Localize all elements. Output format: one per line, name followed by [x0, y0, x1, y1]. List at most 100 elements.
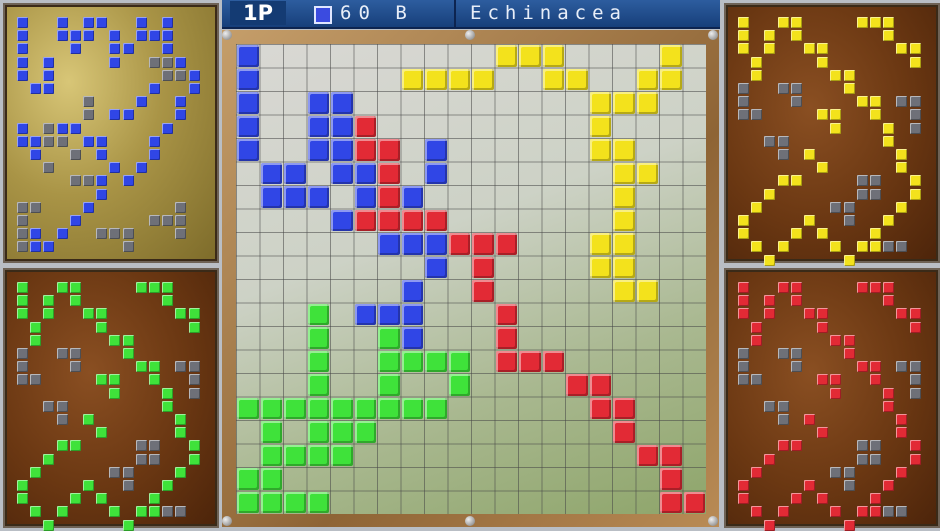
yellow-tray-piece-cell[interactable] — [764, 254, 776, 266]
yellow-tray-piece-cell[interactable] — [896, 162, 908, 174]
placed-piece-placeholder-cell[interactable] — [188, 361, 200, 373]
red-tray-piece-cell[interactable] — [804, 308, 815, 320]
yellow-tray-piece-cell[interactable] — [883, 30, 895, 42]
placed-piece-placeholder-cell[interactable] — [56, 414, 68, 425]
blue-tray-piece-cell[interactable] — [175, 56, 187, 68]
yellow-tray-piece-cell[interactable] — [817, 228, 829, 240]
placed-piece-placeholder-cell[interactable] — [17, 374, 28, 386]
placed-piece-placeholder-cell[interactable] — [777, 400, 789, 412]
red-tray-piece-cell[interactable] — [804, 414, 815, 425]
green-tray-piece-cell[interactable] — [188, 308, 200, 320]
green-tray-piece-cell[interactable] — [30, 321, 42, 333]
green-tray-piece-cell[interactable] — [162, 282, 174, 293]
blue-tray-piece-cell[interactable] — [162, 43, 174, 55]
yellow-tray-piece-cell[interactable] — [777, 175, 789, 187]
yellow-tray-piece-cell[interactable] — [764, 188, 776, 200]
placed-piece-placeholder-cell[interactable] — [17, 348, 28, 359]
placed-piece-placeholder-cell[interactable] — [17, 241, 28, 253]
green-tray-piece-cell[interactable] — [109, 334, 121, 346]
placed-piece-placeholder-cell[interactable] — [109, 228, 121, 240]
yellow-tray-piece-cell[interactable] — [870, 241, 881, 253]
yellow-tray-piece-cell[interactable] — [909, 188, 921, 200]
green-tray-piece-cell[interactable] — [56, 440, 68, 452]
placed-piece-placeholder-cell[interactable] — [175, 215, 187, 226]
red-tray-piece-cell[interactable] — [738, 282, 749, 293]
yellow-tray-piece-cell[interactable] — [790, 30, 802, 42]
green-tray-piece-cell[interactable] — [109, 506, 121, 518]
green-tray-piece-cell[interactable] — [162, 295, 174, 307]
placed-piece-placeholder-cell[interactable] — [777, 414, 789, 425]
red-tray-piece-cell[interactable] — [817, 374, 829, 386]
blue-tray-piece-cell[interactable] — [122, 175, 134, 187]
green-tray-piece-cell[interactable] — [96, 493, 108, 505]
blue-tray-piece-cell[interactable] — [96, 149, 108, 160]
green-tray-piece-cell[interactable] — [122, 334, 134, 346]
placed-piece-placeholder-cell[interactable] — [17, 201, 28, 213]
blue-tray-piece-cell[interactable] — [69, 215, 81, 226]
green-tray-piece-cell[interactable] — [69, 282, 81, 293]
placed-piece-placeholder-cell[interactable] — [777, 135, 789, 147]
placed-piece-placeholder-cell[interactable] — [43, 162, 55, 174]
red-tray-piece-cell[interactable] — [883, 282, 895, 293]
blue-tray-piece-cell[interactable] — [17, 69, 28, 81]
blue-tray-piece-cell[interactable] — [17, 17, 28, 28]
blue-tray-piece-cell[interactable] — [56, 122, 68, 134]
red-tray-piece-cell[interactable] — [909, 321, 921, 333]
green-tray-piece-cell[interactable] — [83, 414, 94, 425]
yellow-tray-piece-cell[interactable] — [843, 254, 855, 266]
placed-piece-placeholder-cell[interactable] — [188, 374, 200, 386]
placed-piece-placeholder-cell[interactable] — [856, 188, 868, 200]
green-tray-piece-cell[interactable] — [17, 295, 28, 307]
placed-piece-placeholder-cell[interactable] — [883, 506, 895, 518]
placed-piece-placeholder-cell[interactable] — [738, 348, 749, 359]
placed-piece-placeholder-cell[interactable] — [162, 215, 174, 226]
yellow-tray-piece-cell[interactable] — [896, 149, 908, 160]
blue-tray-piece-cell[interactable] — [17, 56, 28, 68]
blue-tray-piece-cell[interactable] — [175, 109, 187, 121]
red-tray-piece-cell[interactable] — [896, 427, 908, 439]
placed-piece-placeholder-cell[interactable] — [175, 201, 187, 213]
placed-piece-placeholder-cell[interactable] — [790, 96, 802, 108]
yellow-tray-piece-cell[interactable] — [843, 69, 855, 81]
blue-tray-piece-cell[interactable] — [17, 43, 28, 55]
placed-piece-placeholder-cell[interactable] — [856, 175, 868, 187]
red-tray-piece-cell[interactable] — [790, 282, 802, 293]
blue-tray-piece-cell[interactable] — [17, 122, 28, 134]
red-tray-piece-cell[interactable] — [896, 308, 908, 320]
placed-piece-placeholder-cell[interactable] — [843, 201, 855, 213]
placed-piece-placeholder-cell[interactable] — [149, 453, 160, 465]
blue-tray-piece-cell[interactable] — [188, 83, 200, 94]
green-tray-piece-cell[interactable] — [162, 387, 174, 399]
green-tray-piece-cell[interactable] — [30, 506, 42, 518]
red-tray-piece-cell[interactable] — [790, 440, 802, 452]
placed-piece-placeholder-cell[interactable] — [883, 241, 895, 253]
red-tray-piece-cell[interactable] — [856, 506, 868, 518]
placed-piece-placeholder-cell[interactable] — [790, 361, 802, 373]
placed-piece-placeholder-cell[interactable] — [870, 188, 881, 200]
yellow-tray-piece-cell[interactable] — [804, 215, 815, 226]
green-tray-piece-cell[interactable] — [149, 361, 160, 373]
placed-piece-placeholder-cell[interactable] — [17, 361, 28, 373]
blue-tray-piece-cell[interactable] — [69, 122, 81, 134]
blue-tray-piece-cell[interactable] — [43, 56, 55, 68]
green-tray-piece-cell[interactable] — [188, 321, 200, 333]
green-tray-piece-cell[interactable] — [17, 282, 28, 293]
green-tray-piece-cell[interactable] — [175, 308, 187, 320]
yellow-tray-piece-cell[interactable] — [870, 228, 881, 240]
green-tray-piece-cell[interactable] — [96, 308, 108, 320]
blue-tray-piece-cell[interactable] — [30, 83, 42, 94]
green-tray-piece-cell[interactable] — [162, 480, 174, 491]
red-tray-piece-cell[interactable] — [817, 308, 829, 320]
blue-tray-piece-cell[interactable] — [96, 135, 108, 147]
red-tray-piece-cell[interactable] — [751, 321, 763, 333]
red-tray-piece-cell[interactable] — [830, 334, 842, 346]
red-tray-piece-cell[interactable] — [777, 282, 789, 293]
placed-piece-placeholder-cell[interactable] — [870, 440, 881, 452]
red-tray-piece-cell[interactable] — [751, 506, 763, 518]
yellow-tray-piece-cell[interactable] — [909, 43, 921, 55]
red-tray-piece-cell[interactable] — [909, 453, 921, 465]
placed-piece-placeholder-cell[interactable] — [83, 175, 94, 187]
yellow-tray-piece-cell[interactable] — [738, 215, 749, 226]
yellow-tray-piece-cell[interactable] — [830, 241, 842, 253]
red-tray-piece-cell[interactable] — [909, 440, 921, 452]
